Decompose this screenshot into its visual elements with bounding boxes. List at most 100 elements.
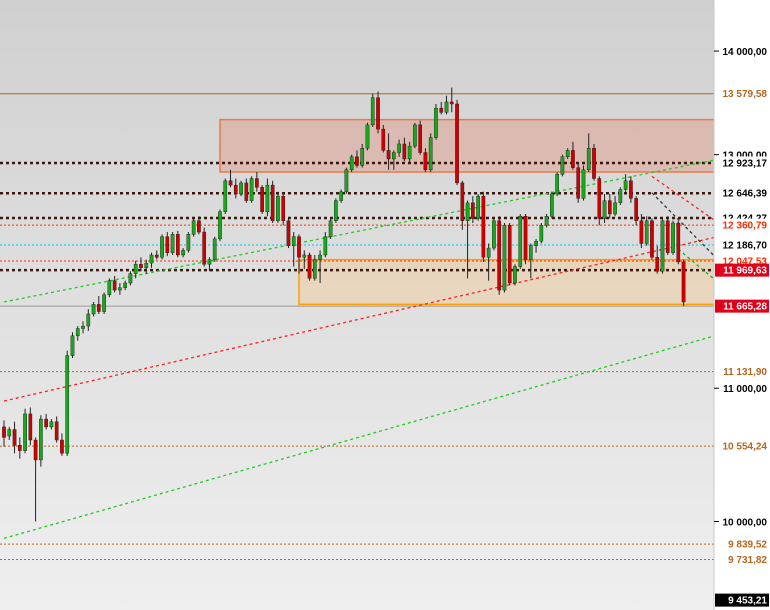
candle-up	[207, 259, 212, 265]
candle-down	[507, 225, 512, 284]
candle-down	[592, 148, 596, 179]
candle-up	[302, 254, 307, 258]
candlestick-chart[interactable]: 14 000,0013 000,0011 000,0010 000,0013 5…	[0, 0, 770, 610]
level-label: 10 554,24	[723, 442, 768, 453]
candle-up	[550, 193, 554, 217]
candle-up	[407, 145, 412, 160]
candle-down	[197, 220, 201, 233]
candle-up	[107, 280, 112, 296]
candle-down	[497, 220, 502, 291]
candle-up	[349, 156, 354, 171]
candle-up	[223, 180, 228, 212]
candle-up	[312, 259, 317, 279]
candle-up	[181, 250, 185, 256]
candle-up	[334, 200, 338, 221]
candle-down	[386, 150, 391, 160]
axis-tick-label: 11 000,00	[723, 384, 767, 395]
candle-down	[460, 182, 465, 221]
candle-up	[644, 220, 649, 244]
candle-up	[239, 182, 243, 195]
level-label: 12 646,39	[723, 189, 768, 200]
candle-up	[323, 236, 328, 256]
candle-down	[576, 167, 581, 199]
candle-up	[560, 156, 565, 175]
candle-down	[523, 216, 528, 260]
candle-up	[339, 191, 343, 201]
candle-down	[281, 195, 286, 221]
candle-down	[286, 220, 291, 246]
candle-up	[434, 107, 438, 138]
candle-up	[70, 335, 75, 356]
candle-up	[291, 236, 296, 246]
candle-up	[370, 97, 375, 126]
candle-down	[112, 280, 117, 291]
candle-up	[249, 178, 254, 201]
level-label: 9 453,21	[728, 596, 767, 607]
candle-up	[170, 234, 175, 253]
candle-up	[128, 273, 133, 284]
candle-down	[597, 178, 602, 219]
candle-down	[202, 231, 207, 265]
candle-down	[634, 198, 638, 221]
candle-up	[360, 148, 365, 166]
candle-down	[176, 234, 180, 256]
axis-tick-label: 10 000,00	[723, 517, 768, 528]
candle-down	[307, 254, 312, 279]
candle-up	[365, 124, 370, 149]
candle-up	[344, 169, 349, 192]
candle-down	[455, 103, 459, 184]
candle-up	[191, 220, 196, 235]
candle-down	[28, 413, 33, 441]
level-label: 11 969,63	[723, 266, 767, 277]
candle-down	[481, 195, 486, 258]
candle-down	[12, 429, 17, 446]
candle-down	[355, 156, 359, 166]
candle-down	[154, 254, 159, 258]
candle-down	[639, 220, 644, 244]
candle-down	[255, 178, 259, 188]
candle-up	[218, 211, 222, 240]
candle-down	[96, 304, 101, 312]
candle-down	[270, 184, 275, 221]
candle-up	[518, 216, 523, 267]
level-label: 11 131,90	[723, 367, 767, 378]
candle-up	[492, 220, 496, 249]
candle-up	[502, 225, 507, 291]
candle-up	[613, 202, 617, 215]
candle-down	[233, 184, 238, 195]
candle-down	[165, 236, 170, 253]
candle-down	[244, 182, 249, 201]
candle-down	[2, 426, 6, 438]
candle-up	[318, 254, 322, 260]
candle-down	[402, 143, 407, 160]
candle-up	[23, 413, 27, 451]
candle-down	[676, 222, 681, 263]
candle-up	[444, 101, 449, 113]
candle-up	[328, 220, 333, 237]
candle-down	[297, 236, 301, 258]
candle-up	[149, 254, 154, 264]
candle-up	[618, 189, 623, 204]
candle-down	[376, 97, 380, 130]
candle-up	[49, 421, 54, 428]
candle-up	[539, 225, 544, 242]
candle-down	[471, 202, 475, 219]
candle-down	[260, 187, 264, 212]
candle-up	[565, 150, 570, 158]
candle-up	[513, 266, 517, 284]
candle-up	[428, 137, 433, 171]
level-label: 12 360,79	[723, 221, 768, 232]
candle-down	[228, 180, 233, 186]
candle-down	[439, 107, 444, 113]
candle-up	[623, 180, 628, 190]
candle-up	[397, 143, 401, 153]
candle-up	[555, 173, 559, 195]
candle-down	[33, 439, 38, 461]
candle-up	[602, 200, 607, 219]
candle-up	[534, 240, 538, 246]
level-label: 11 665,28	[723, 302, 767, 313]
candle-down	[54, 421, 59, 441]
candle-down	[665, 220, 670, 253]
candle-up	[65, 355, 70, 454]
candle-up	[91, 304, 96, 315]
